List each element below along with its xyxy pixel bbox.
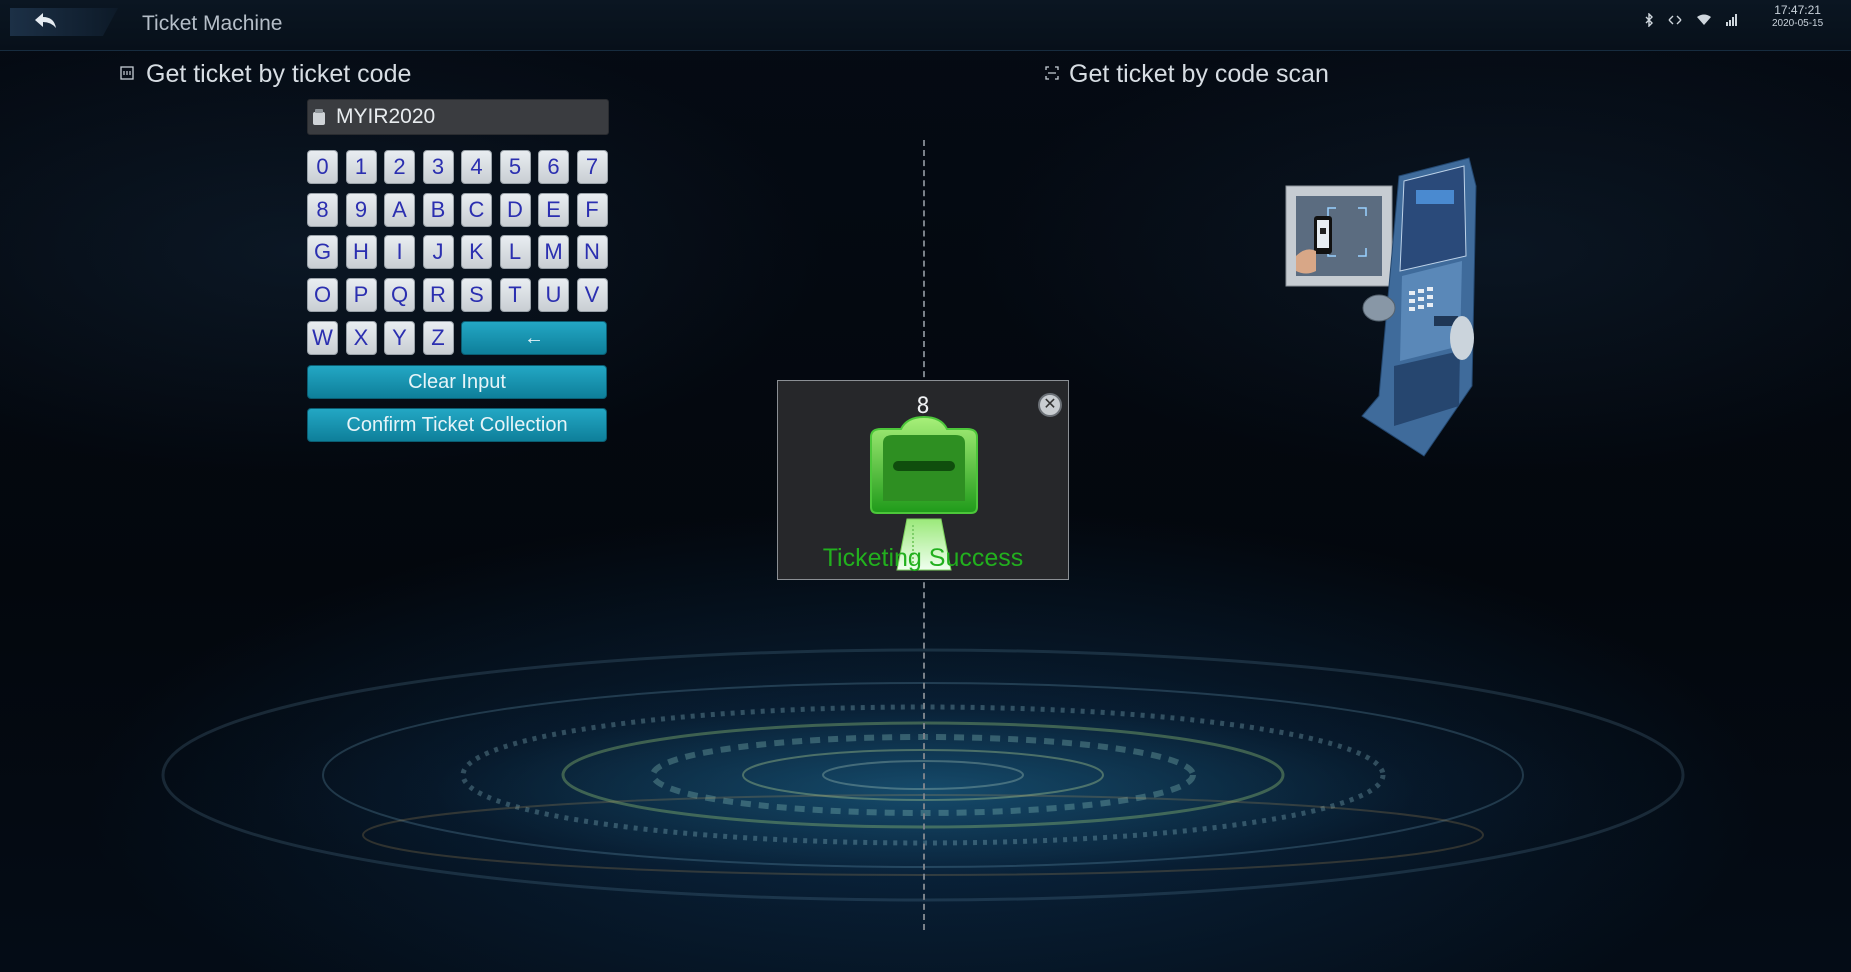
key-c[interactable]: C bbox=[461, 192, 492, 227]
signal-bars-icon bbox=[1726, 14, 1737, 26]
app-title: Ticket Machine bbox=[142, 12, 283, 35]
key-9[interactable]: 9 bbox=[345, 192, 377, 227]
key-z[interactable]: Z bbox=[422, 320, 454, 355]
key-k[interactable]: K bbox=[461, 235, 492, 270]
key-j[interactable]: J bbox=[422, 235, 454, 270]
key-x[interactable]: X bbox=[345, 320, 377, 355]
close-dialog-button[interactable]: ✕ bbox=[1038, 393, 1062, 417]
key-b[interactable]: B bbox=[422, 192, 454, 227]
clock-date: 2020-05-15 bbox=[1772, 18, 1824, 29]
wifi-icon bbox=[1697, 14, 1711, 25]
clock-time: 17:47:21 bbox=[1774, 3, 1821, 17]
key-w[interactable]: W bbox=[307, 320, 338, 355]
key-5[interactable]: 5 bbox=[499, 150, 531, 184]
key-h[interactable]: H bbox=[345, 235, 377, 270]
ticketing-success-message: Ticketing Success bbox=[822, 544, 1024, 572]
key-e[interactable]: E bbox=[538, 192, 569, 227]
key-s[interactable]: S bbox=[461, 278, 492, 313]
back-arrow-icon bbox=[35, 13, 56, 28]
key-g[interactable]: G bbox=[307, 235, 338, 270]
ticket-code-icon bbox=[120, 66, 134, 80]
clock: 17:47:21 2020-05-15 bbox=[1772, 4, 1823, 30]
ticket-code-section-label: Get ticket by ticket code bbox=[146, 60, 412, 88]
key-r[interactable]: R bbox=[422, 278, 454, 313]
key-m[interactable]: M bbox=[538, 235, 569, 270]
network-arrows-icon bbox=[1668, 15, 1682, 25]
ticket-code-field[interactable] bbox=[307, 99, 609, 135]
key-t[interactable]: T bbox=[499, 278, 531, 313]
ticket-code-section-title: Get ticket by ticket code bbox=[120, 60, 412, 89]
key-2[interactable]: 2 bbox=[384, 150, 415, 184]
confirm-ticket-collection-button[interactable]: Confirm Ticket Collection bbox=[307, 408, 607, 442]
key-a[interactable]: A bbox=[384, 192, 415, 227]
kiosk-illustration bbox=[1285, 157, 1477, 457]
key-0[interactable]: 0 bbox=[307, 150, 338, 184]
key-7[interactable]: 7 bbox=[576, 150, 608, 184]
key-i[interactable]: I bbox=[384, 235, 415, 270]
ticketing-success-dialog: 8 ✕ Ticketing Success bbox=[777, 380, 1069, 580]
key-1[interactable]: 1 bbox=[345, 150, 377, 184]
status-icons bbox=[1644, 10, 1738, 30]
key-p[interactable]: P bbox=[345, 278, 377, 313]
ticket-code-input[interactable] bbox=[334, 103, 598, 131]
key-d[interactable]: D bbox=[499, 192, 531, 227]
key-u[interactable]: U bbox=[538, 278, 569, 313]
bluetooth-icon bbox=[1645, 13, 1653, 27]
key-q[interactable]: Q bbox=[384, 278, 415, 313]
code-scan-section-title: Get ticket by code scan bbox=[1045, 60, 1329, 89]
key-8[interactable]: 8 bbox=[307, 192, 338, 227]
top-bar: Ticket Machine 17:47:21 2020-05-15 bbox=[0, 0, 1851, 51]
key-f[interactable]: F bbox=[576, 192, 608, 227]
backspace-button[interactable]: ← bbox=[461, 321, 607, 355]
key-v[interactable]: V bbox=[576, 278, 608, 313]
key-6[interactable]: 6 bbox=[538, 150, 569, 184]
scan-icon bbox=[1045, 66, 1059, 80]
key-l[interactable]: L bbox=[499, 235, 531, 270]
key-o[interactable]: O bbox=[307, 278, 338, 313]
key-y[interactable]: Y bbox=[384, 320, 415, 355]
clear-input-button[interactable]: Clear Input bbox=[307, 365, 607, 399]
back-button[interactable] bbox=[10, 8, 118, 36]
clipboard-icon bbox=[313, 109, 325, 125]
key-3[interactable]: 3 bbox=[422, 150, 454, 184]
key-4[interactable]: 4 bbox=[461, 150, 492, 184]
key-n[interactable]: N bbox=[576, 235, 608, 270]
code-scan-section-label: Get ticket by code scan bbox=[1069, 60, 1329, 88]
